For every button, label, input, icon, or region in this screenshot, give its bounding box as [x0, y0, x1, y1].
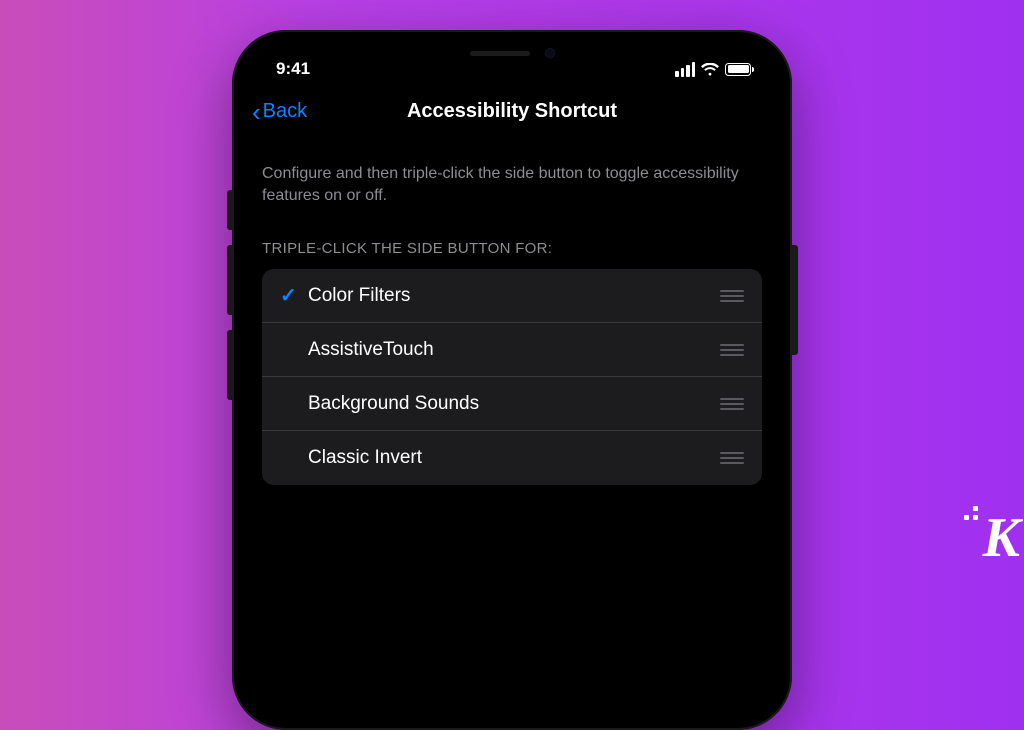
drag-handle-icon[interactable]	[720, 398, 744, 410]
description-text: Configure and then triple-click the side…	[262, 163, 762, 206]
phone-screen: 9:41 ‹ Back Accessibility Shortcut	[240, 38, 784, 722]
content-area: Configure and then triple-click the side…	[240, 133, 784, 485]
phone-side-button	[792, 245, 798, 355]
cellular-signal-icon	[675, 62, 695, 77]
list-item-label: AssistiveTouch	[308, 339, 720, 361]
section-header: TRIPLE-CLICK THE SIDE BUTTON FOR:	[262, 240, 762, 257]
status-indicators	[675, 62, 754, 77]
list-item-assistivetouch[interactable]: AssistiveTouch	[262, 323, 762, 377]
battery-icon	[725, 63, 754, 76]
chevron-left-icon: ‹	[252, 99, 261, 125]
phone-notch	[402, 38, 622, 68]
list-item-label: Classic Invert	[308, 447, 720, 469]
front-camera	[545, 48, 555, 58]
phone-frame: 9:41 ‹ Back Accessibility Shortcut	[232, 30, 792, 730]
list-item-color-filters[interactable]: ✓ Color Filters	[262, 269, 762, 323]
drag-handle-icon[interactable]	[720, 290, 744, 302]
list-item-label: Color Filters	[308, 285, 720, 307]
list-item-classic-invert[interactable]: Classic Invert	[262, 431, 762, 485]
drag-handle-icon[interactable]	[720, 344, 744, 356]
options-list: ✓ Color Filters AssistiveTouch Backgroun…	[262, 269, 762, 485]
speaker-grille	[470, 51, 530, 56]
drag-handle-icon[interactable]	[720, 452, 744, 464]
wifi-icon	[701, 63, 719, 76]
watermark-dots	[955, 506, 978, 520]
back-button[interactable]: ‹ Back	[252, 99, 307, 125]
nav-bar: ‹ Back Accessibility Shortcut	[240, 84, 784, 133]
list-item-label: Background Sounds	[308, 393, 720, 415]
checkmark-icon: ✓	[280, 283, 297, 308]
checkmark-slot: ✓	[280, 283, 308, 308]
status-time: 9:41	[276, 59, 310, 79]
watermark-logo: K	[983, 506, 1018, 570]
list-item-background-sounds[interactable]: Background Sounds	[262, 377, 762, 431]
back-label: Back	[263, 100, 307, 123]
page-title: Accessibility Shortcut	[256, 100, 768, 123]
